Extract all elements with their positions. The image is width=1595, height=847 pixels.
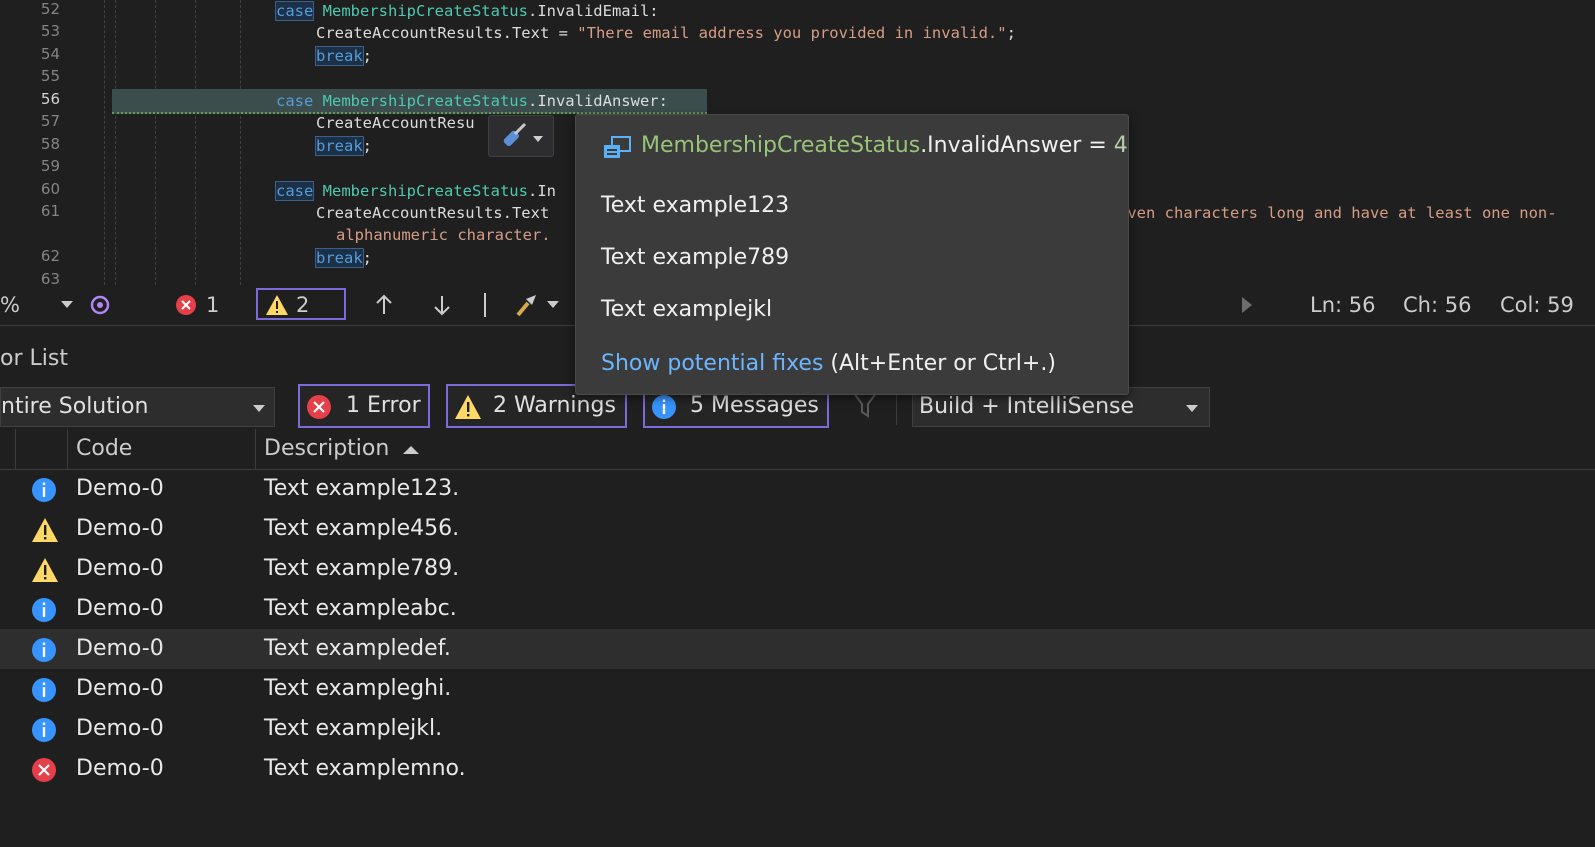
row-code: Demo-0 xyxy=(76,596,164,621)
info-icon xyxy=(31,637,56,662)
panel-title: or List xyxy=(0,346,68,371)
column-indicator[interactable]: Col: 59 xyxy=(1500,285,1574,325)
row-code: Demo-0 xyxy=(76,716,164,741)
code-line: break; xyxy=(315,248,373,268)
row-description: Text example789. xyxy=(264,556,460,581)
code-line: case MembershipCreateStatus.InvalidAnswe… xyxy=(276,92,668,110)
table-row[interactable]: Demo-0 Text example123. xyxy=(0,469,1595,509)
tooltip-item: Text example789 xyxy=(601,245,790,270)
table-header: Code Description xyxy=(0,429,1595,470)
error-icon xyxy=(31,757,56,782)
char-indicator[interactable]: Ch: 56 xyxy=(1403,285,1471,325)
error-icon xyxy=(307,395,331,419)
info-icon xyxy=(31,677,56,702)
warning-icon xyxy=(31,557,58,582)
quick-info-tooltip: MembershipCreateStatus.InvalidAnswer = 4… xyxy=(575,114,1129,395)
zoom-level[interactable]: % xyxy=(0,285,20,325)
table-row[interactable]: Demo-0 Text example789. xyxy=(0,549,1595,589)
tooltip-signature: MembershipCreateStatus.InvalidAnswer = 4 xyxy=(641,133,1128,158)
error-count[interactable]: 1 xyxy=(206,285,219,325)
info-icon xyxy=(31,597,56,622)
warning-icon xyxy=(455,395,481,419)
arrow-down-icon[interactable] xyxy=(430,293,454,317)
info-icon xyxy=(31,717,56,742)
column-separator[interactable] xyxy=(255,429,256,469)
row-code: Demo-0 xyxy=(76,636,164,661)
error-list-panel: or List ntire Solution 1 Error 2 Warning… xyxy=(0,325,1595,847)
screwdriver-icon xyxy=(503,122,543,146)
code-line: break; xyxy=(315,136,373,156)
table-row[interactable]: Demo-0 Text exampleghi. xyxy=(0,669,1595,709)
tooltip-item: Text examplejkl xyxy=(601,297,773,322)
table-row[interactable]: Demo-0 Text examplejkl. xyxy=(0,709,1595,749)
separator xyxy=(484,293,486,317)
table-row[interactable]: Demo-0 Text exampledef. xyxy=(0,629,1595,669)
arrow-up-icon[interactable] xyxy=(372,293,396,317)
code-line-wrapped: alphanumeric character. xyxy=(336,226,551,244)
info-icon xyxy=(31,477,56,502)
code-line-continued: even characters long and have at least o… xyxy=(1118,204,1557,222)
scroll-right-icon[interactable] xyxy=(1240,295,1254,315)
show-potential-fixes-link[interactable]: Show potential fixes xyxy=(601,351,823,376)
chevron-down-icon[interactable] xyxy=(546,299,560,309)
column-header-code[interactable]: Code xyxy=(76,429,132,469)
code-line: break; xyxy=(315,46,373,66)
chevron-down-icon xyxy=(253,405,265,412)
chevron-down-icon xyxy=(1186,405,1198,412)
row-description: Text example123. xyxy=(264,476,460,501)
row-description: Text examplejkl. xyxy=(264,716,443,741)
code-cleanup-brush-icon[interactable] xyxy=(512,291,540,319)
code-line: case MembershipCreateStatus.In xyxy=(274,181,556,201)
scope-value: ntire Solution xyxy=(1,394,149,419)
code-line: CreateAccountResu xt xyxy=(316,114,512,132)
row-code: Demo-0 xyxy=(76,676,164,701)
table-row[interactable]: Demo-0 Text example456. xyxy=(0,509,1595,549)
code-line: case MembershipCreateStatus.InvalidEmail… xyxy=(274,1,659,21)
code-line: CreateAccountResults.Text xyxy=(316,204,550,222)
column-header-description[interactable]: Description xyxy=(264,429,389,469)
row-code: Demo-0 xyxy=(76,756,164,781)
row-description: Text examplemno. xyxy=(264,756,466,781)
scope-dropdown[interactable]: ntire Solution xyxy=(0,387,275,427)
build-source-value: Build + IntelliSense xyxy=(919,394,1135,419)
row-description: Text example456. xyxy=(264,516,460,541)
info-icon xyxy=(652,395,676,419)
chevron-down-icon[interactable] xyxy=(60,299,74,309)
row-description: Text exampledef. xyxy=(264,636,451,661)
errors-filter-label: 1 Error xyxy=(346,393,421,418)
warning-icon xyxy=(31,517,58,542)
warning-icon[interactable] xyxy=(265,294,289,316)
column-separator[interactable] xyxy=(15,429,16,469)
fix-shortcut-hint: (Alt+Enter or Ctrl+.) xyxy=(823,351,1056,376)
row-description: Text exampleghi. xyxy=(264,676,452,701)
tooltip-fix-line: Show potential fixes (Alt+Enter or Ctrl+… xyxy=(601,351,1056,376)
error-icon[interactable] xyxy=(175,294,197,316)
line-indicator[interactable]: Ln: 56 xyxy=(1310,285,1375,325)
enum-member-icon xyxy=(604,136,631,158)
code-line: CreateAccountResults.Text = "There email… xyxy=(316,24,1016,42)
row-code: Demo-0 xyxy=(76,516,164,541)
row-code: Demo-0 xyxy=(76,556,164,581)
sort-ascending-icon xyxy=(403,446,419,454)
warning-count[interactable]: 2 xyxy=(296,285,309,325)
table-row[interactable]: Demo-0 Text examplemno. xyxy=(0,749,1595,789)
tooltip-item: Text example123 xyxy=(601,193,790,218)
row-description: Text exampleabc. xyxy=(264,596,457,621)
column-separator[interactable] xyxy=(67,429,68,469)
quick-actions-button[interactable] xyxy=(488,115,554,157)
table-row[interactable]: Demo-0 Text exampleabc. xyxy=(0,589,1595,629)
copilot-icon[interactable] xyxy=(88,293,112,317)
errors-filter-button[interactable]: 1 Error xyxy=(298,384,430,428)
row-code: Demo-0 xyxy=(76,476,164,501)
